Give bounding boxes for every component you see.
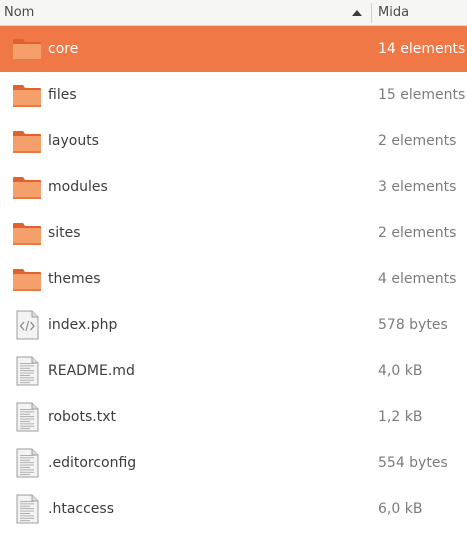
file-size: 1,2 kB: [378, 409, 423, 425]
file-row[interactable]: .editorconfig 554 bytes: [0, 440, 467, 486]
file-name: index.php: [48, 317, 118, 333]
file-name: .htaccess: [48, 501, 114, 517]
file-size: 4 elements: [378, 271, 457, 287]
file-name: sites: [48, 225, 81, 241]
column-header-size[interactable]: Mida: [372, 0, 467, 26]
file-size: 578 bytes: [378, 317, 448, 333]
file-rows: core 14 elements files 15 elements layouts 2 …: [0, 26, 467, 532]
folder-icon: [11, 217, 43, 249]
folder-icon: [11, 263, 43, 295]
file-name: core: [48, 41, 79, 57]
file-size: 2 elements: [378, 133, 457, 149]
folder-icon: [11, 171, 43, 203]
file-name: README.md: [48, 363, 135, 379]
file-name: files: [48, 87, 77, 103]
file-size: 3 elements: [378, 179, 457, 195]
file-name: robots.txt: [48, 409, 116, 425]
file-size: 6,0 kB: [378, 501, 423, 517]
folder-row[interactable]: core 14 elements: [0, 26, 467, 72]
folder-icon: [11, 125, 43, 157]
text-file-icon: [11, 401, 43, 433]
file-size: 554 bytes: [378, 455, 448, 471]
folder-row[interactable]: themes 4 elements: [0, 256, 467, 302]
folder-row[interactable]: files 15 elements: [0, 72, 467, 118]
file-list-view: Nom Mida core 14 elements files 15 elements…: [0, 0, 467, 533]
column-header: Nom Mida: [0, 0, 467, 26]
file-size: 14 elements: [378, 41, 466, 57]
file-name: modules: [48, 179, 108, 195]
file-size: 4,0 kB: [378, 363, 423, 379]
text-file-icon: [11, 493, 43, 525]
folder-row[interactable]: modules 3 elements: [0, 164, 467, 210]
file-name: .editorconfig: [48, 455, 137, 471]
sort-ascending-icon: [352, 10, 362, 16]
file-name: layouts: [48, 133, 99, 149]
text-file-icon: [11, 355, 43, 387]
file-size: 15 elements: [378, 87, 466, 103]
folder-row[interactable]: layouts 2 elements: [0, 118, 467, 164]
file-row[interactable]: index.php 578 bytes: [0, 302, 467, 348]
column-header-name[interactable]: Nom: [0, 0, 371, 26]
file-row[interactable]: README.md 4,0 kB: [0, 348, 467, 394]
text-file-icon: [11, 447, 43, 479]
folder-row[interactable]: sites 2 elements: [0, 210, 467, 256]
folder-icon: [11, 33, 43, 65]
file-row[interactable]: robots.txt 1,2 kB: [0, 394, 467, 440]
file-size: 2 elements: [378, 225, 457, 241]
folder-icon: [11, 79, 43, 111]
file-name: themes: [48, 271, 101, 287]
file-row[interactable]: .htaccess 6,0 kB: [0, 486, 467, 532]
code-file-icon: [11, 309, 43, 341]
